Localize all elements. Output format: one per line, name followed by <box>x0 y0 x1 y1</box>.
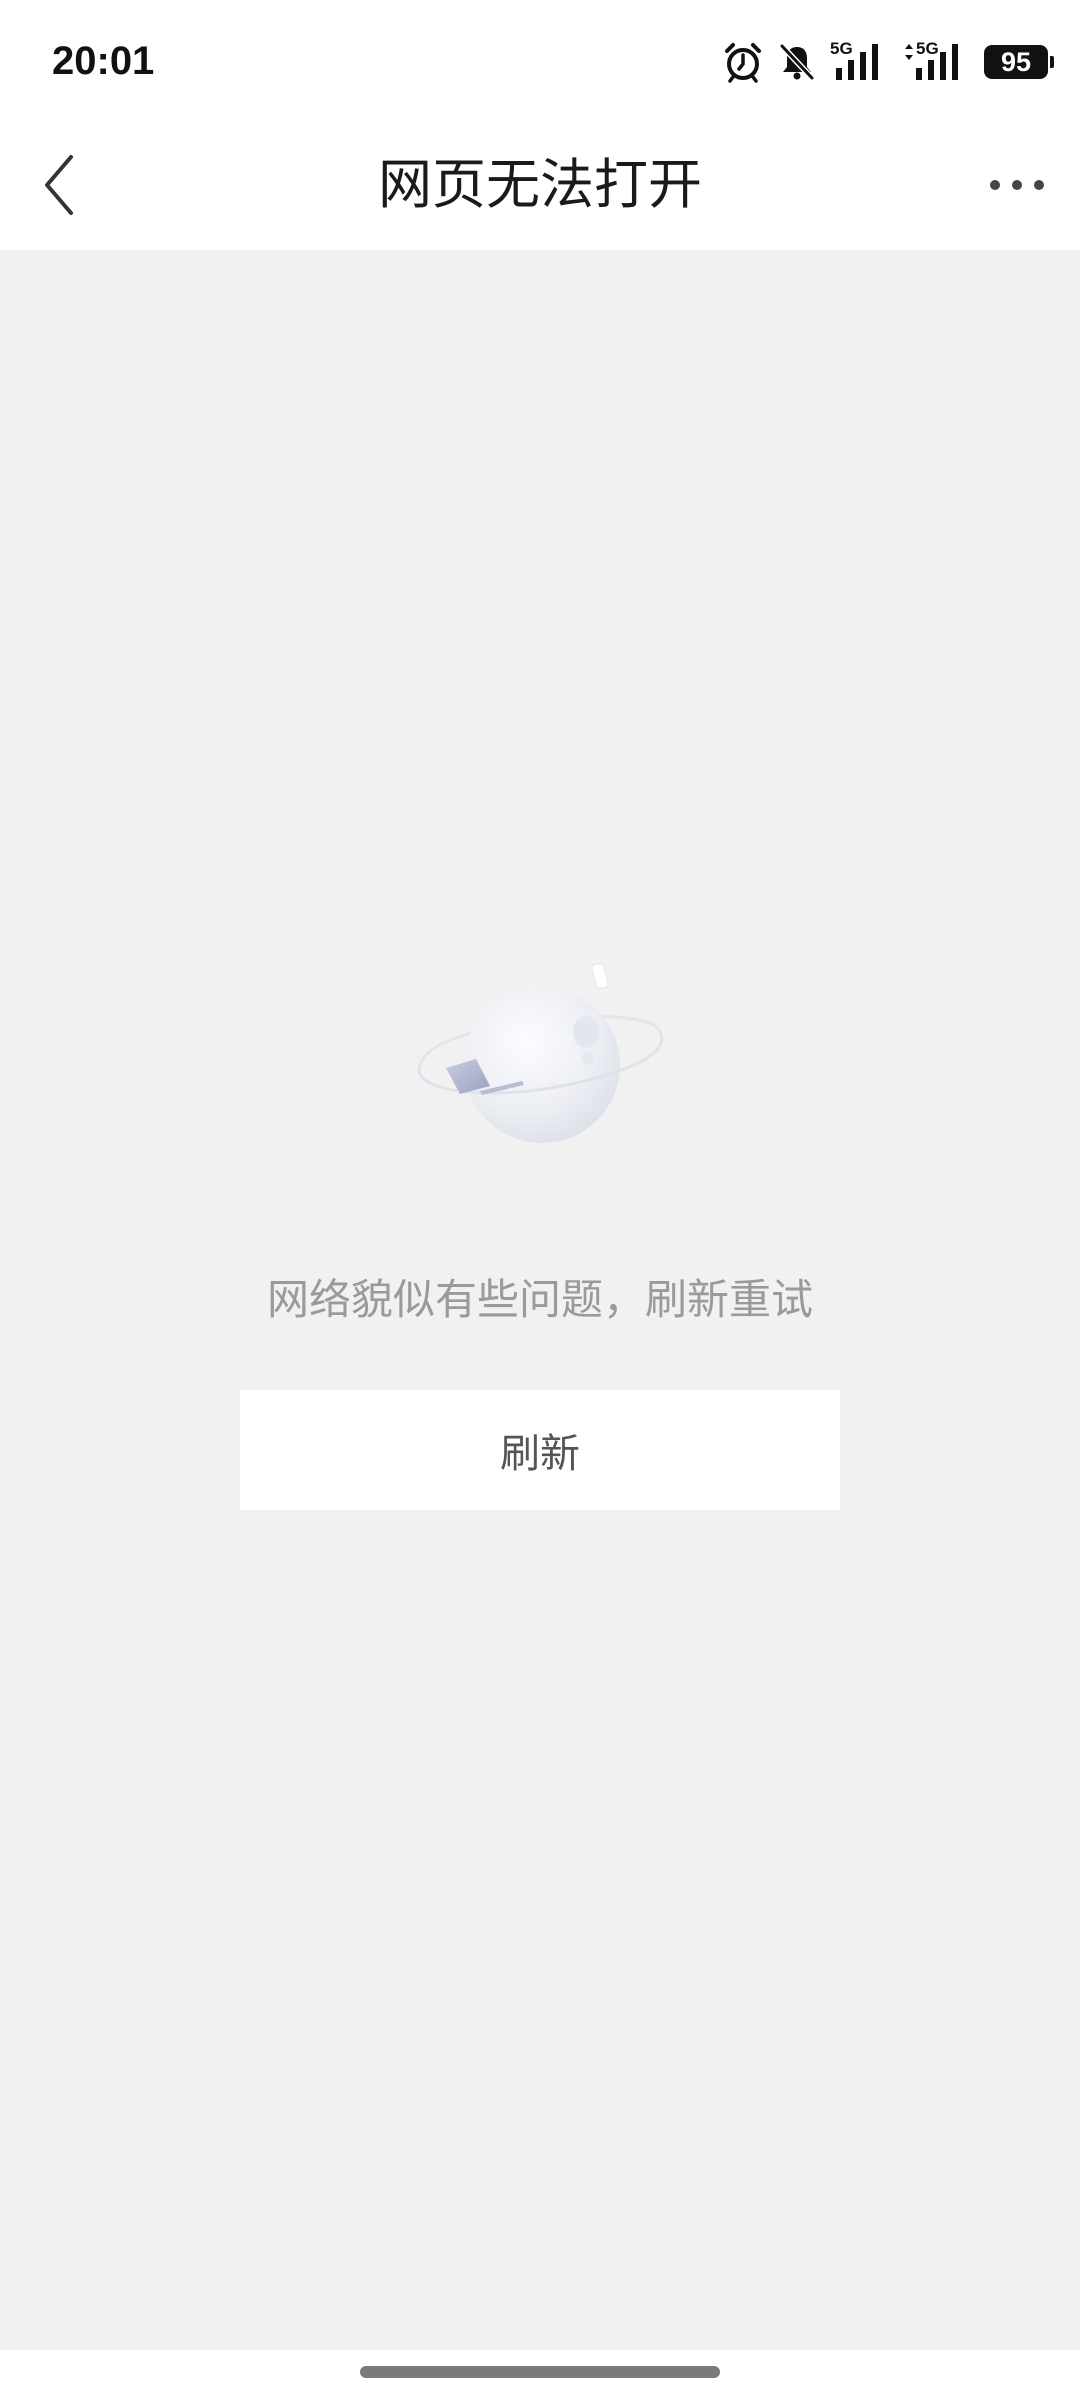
signal-icon <box>836 44 878 80</box>
error-message: 网络貌似有些问题，刷新重试 <box>266 1275 813 1324</box>
page-title: 网页无法打开 <box>378 153 702 216</box>
chevron-left-icon <box>45 155 73 215</box>
sim2-signal: 5G <box>904 40 970 82</box>
bell-off-icon <box>779 43 815 81</box>
more-button[interactable] <box>972 140 1062 230</box>
planet-illustration <box>417 963 664 1143</box>
app-screen: 20:01 5G 5G 95 网页无法打开 网络貌似有些问题，刷新重试 刷新 <box>0 0 1080 2400</box>
sim1-signal: 5G <box>830 40 890 82</box>
status-icons: 5G 5G 95 <box>708 38 1054 86</box>
error-content: 网络貌似有些问题，刷新重试 刷新 <box>0 250 1080 2350</box>
nav-bar: 网页无法打开 <box>0 120 1080 250</box>
status-time: 20:01 <box>52 39 155 83</box>
signal-icon <box>916 44 958 80</box>
status-bar: 20:01 5G 5G 95 <box>0 0 1080 120</box>
alarm-icon <box>725 43 761 83</box>
gesture-bar <box>0 2350 1080 2400</box>
refresh-button[interactable]: 刷新 <box>240 1390 840 1510</box>
back-button[interactable] <box>14 140 104 230</box>
battery-icon: 95 <box>984 45 1054 79</box>
more-horizontal-icon <box>990 180 1044 190</box>
home-indicator[interactable] <box>360 2366 720 2378</box>
